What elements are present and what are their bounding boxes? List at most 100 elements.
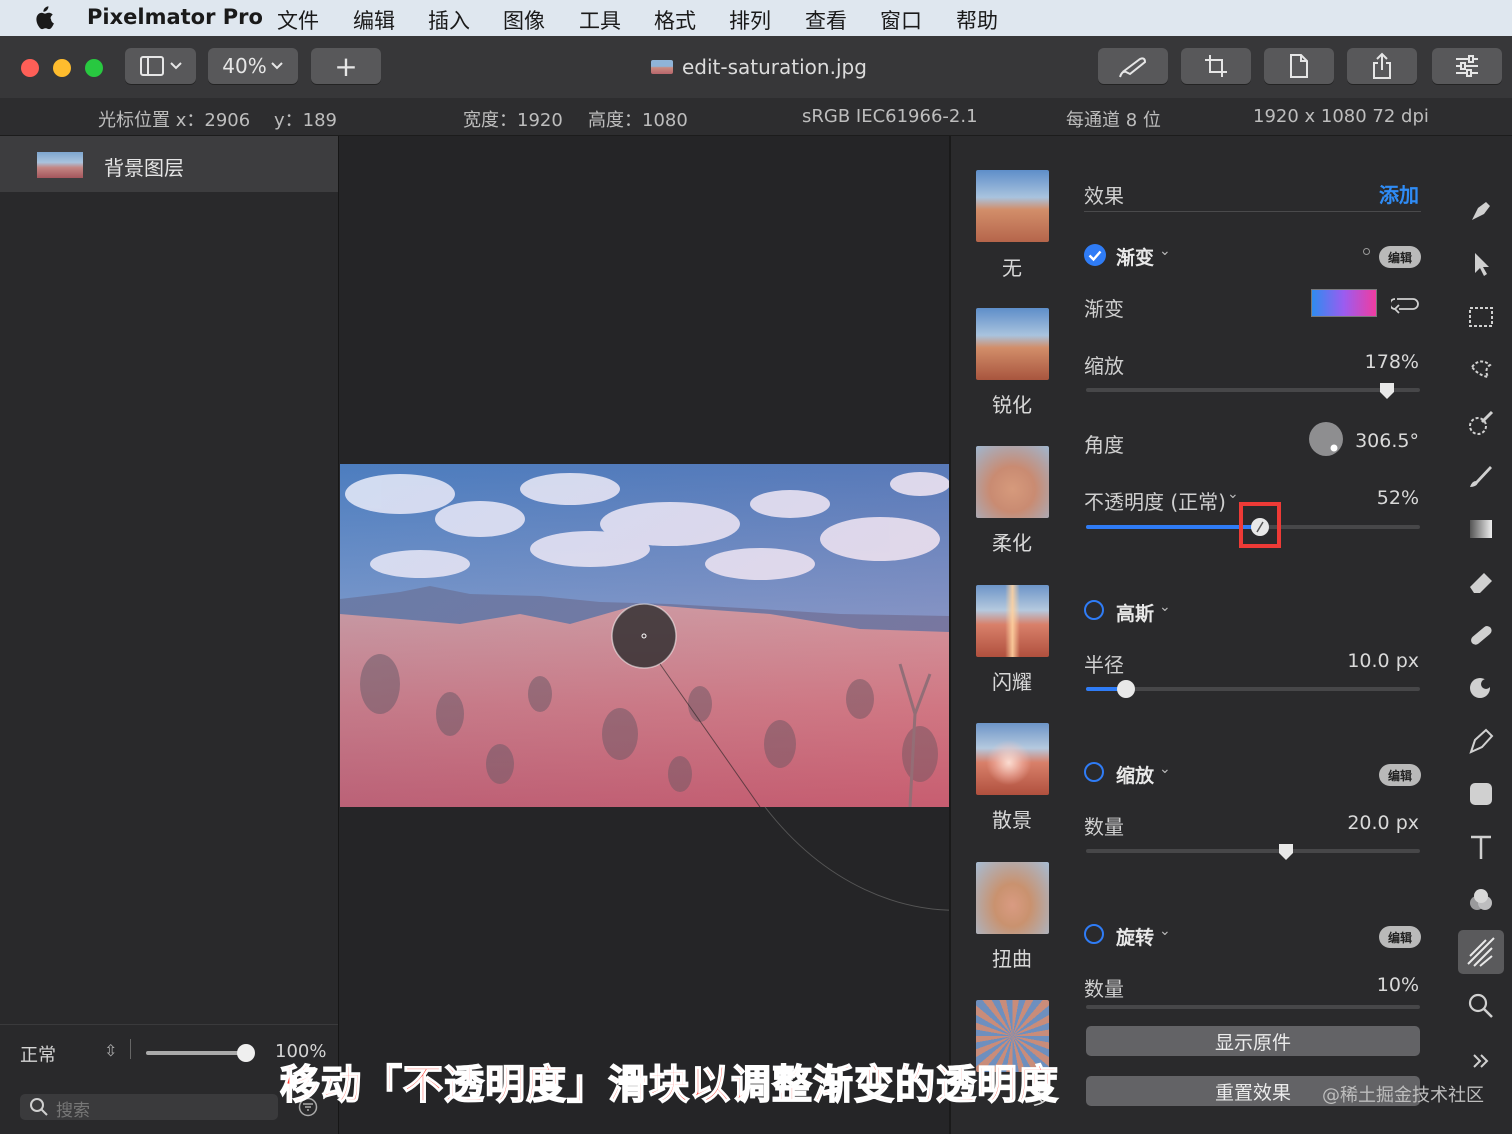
zoom-tool-icon[interactable] <box>1466 991 1496 1021</box>
zoom-amount-slider[interactable] <box>1086 849 1420 853</box>
scale-label: 缩放 <box>1084 354 1124 378</box>
selection-tool-icon[interactable] <box>1466 302 1496 332</box>
zoom-effect-name[interactable]: 缩放 <box>1116 761 1154 788</box>
radius-slider-thumb[interactable] <box>1117 680 1136 698</box>
spin-effect-name[interactable]: 旋转 <box>1116 923 1154 950</box>
arrange-tool-icon[interactable] <box>1466 249 1496 279</box>
effect-label-sharpen[interactable]: 锐化 <box>951 389 1073 418</box>
type-tool-icon[interactable] <box>1466 832 1496 862</box>
window-toolbar: 40% + edit-saturation.jpg <box>0 36 1512 99</box>
effect-label-soften[interactable]: 柔化 <box>951 527 1073 556</box>
share-button[interactable] <box>1347 48 1417 84</box>
menu-insert[interactable]: 插入 <box>428 5 470 35</box>
paint-tool-icon[interactable] <box>1466 461 1496 491</box>
effects-tool-button[interactable] <box>1458 930 1504 974</box>
show-original-button[interactable]: 显示原件 <box>1086 1026 1420 1056</box>
gradient-tool-icon[interactable] <box>1466 514 1496 544</box>
chevron-down-icon <box>271 62 283 70</box>
minimize-window-button[interactable] <box>53 59 71 77</box>
apple-icon[interactable] <box>32 6 54 30</box>
distort-tool-icon[interactable] <box>1466 673 1496 703</box>
effect-label-none[interactable]: 无 <box>951 252 1073 281</box>
color-adjust-tool-icon[interactable] <box>1466 885 1496 915</box>
effect-thumb-distort[interactable] <box>976 862 1049 934</box>
menu-file[interactable]: 文件 <box>277 5 319 35</box>
effect-thumb-bokeh[interactable] <box>976 723 1049 795</box>
add-button[interactable]: + <box>311 48 381 84</box>
chevron-down-icon[interactable]: ⌄ <box>1159 599 1171 615</box>
menu-window[interactable]: 窗口 <box>880 5 922 35</box>
sidebar-toggle-button[interactable] <box>125 48 196 84</box>
effect-label-bokeh[interactable]: 散景 <box>951 804 1073 833</box>
effect-thumb-shine[interactable] <box>976 585 1049 657</box>
layer-row[interactable]: 背景图层 <box>0 136 338 192</box>
erase-tool-icon[interactable] <box>1466 567 1496 597</box>
gradient-swatch[interactable] <box>1311 289 1377 317</box>
gradient-handle[interactable] <box>611 603 677 669</box>
effect-thumb-soften[interactable] <box>976 446 1049 518</box>
sliders-icon <box>1456 55 1478 77</box>
radius-slider[interactable] <box>1086 687 1420 691</box>
color-adjust-button[interactable] <box>1098 48 1168 84</box>
menu-arrange[interactable]: 排列 <box>729 5 771 35</box>
spin-edit-badge[interactable]: 编辑 <box>1379 926 1421 948</box>
add-effect-button[interactable]: 添加 <box>1379 179 1419 208</box>
gradient-enabled-checkbox[interactable] <box>1083 243 1107 267</box>
effect-label-distort[interactable]: 扭曲 <box>951 943 1073 972</box>
menu-edit[interactable]: 编辑 <box>353 5 395 35</box>
chevron-down-icon[interactable]: ⌄ <box>1159 923 1171 939</box>
bit-depth-readout: 每通道 8 位 <box>1066 110 1161 131</box>
tools-sidebar <box>1448 136 1512 1134</box>
zoom-amount-value: 20.0 px <box>1347 812 1419 834</box>
divider <box>1084 211 1421 212</box>
zoom-edit-badge[interactable]: 编辑 <box>1379 764 1421 786</box>
menu-tools[interactable]: 工具 <box>579 5 621 35</box>
spin-amount-slider[interactable] <box>1086 1005 1420 1009</box>
shape-tool-icon[interactable] <box>1466 779 1496 809</box>
up-down-chevron-icon[interactable]: ⇳ <box>104 1041 117 1060</box>
swap-icon[interactable] <box>1391 293 1419 315</box>
menu-help[interactable]: 帮助 <box>956 5 998 35</box>
effect-thumb-none[interactable] <box>976 170 1049 242</box>
gradient-edit-badge[interactable]: 编辑 <box>1379 246 1421 268</box>
effects-browser: 无 锐化 柔化 闪耀 散景 扭曲 罗 <box>951 136 1061 1134</box>
sidebar-icon <box>139 56 182 76</box>
opacity-label[interactable]: 不透明度 (正常) <box>1084 486 1226 515</box>
scale-slider[interactable] <box>1086 388 1420 392</box>
scale-slider-thumb[interactable] <box>1378 382 1396 400</box>
zoom-amount-slider-thumb[interactable] <box>1277 843 1295 861</box>
color-picker-tool-icon[interactable] <box>1466 408 1496 438</box>
dot-icon <box>1363 248 1370 255</box>
pen-tool-icon[interactable] <box>1466 726 1496 756</box>
blend-mode-select[interactable]: 正常 <box>20 1041 56 1067</box>
chevron-down-icon[interactable]: ⌄ <box>1159 243 1171 259</box>
smart-selection-tool-icon[interactable] <box>1466 355 1496 385</box>
divider <box>0 1024 338 1025</box>
adjustments-button[interactable] <box>1432 48 1502 84</box>
zoom-enabled-radio[interactable] <box>1084 762 1104 782</box>
retouch-tool-icon[interactable] <box>1466 620 1496 650</box>
gaussian-effect-name[interactable]: 高斯 <box>1116 599 1154 626</box>
menu-view[interactable]: 查看 <box>805 5 847 35</box>
chevron-down-icon[interactable]: ⌄ <box>1227 486 1239 502</box>
style-tool-icon[interactable] <box>1466 196 1496 226</box>
gaussian-enabled-radio[interactable] <box>1084 600 1104 620</box>
crop-button[interactable] <box>1181 48 1251 84</box>
app-name-menu[interactable]: Pixelmator Pro <box>87 5 263 29</box>
close-window-button[interactable] <box>21 59 39 77</box>
zoom-window-button[interactable] <box>85 59 103 77</box>
search-placeholder: 搜索 <box>56 1101 90 1121</box>
image-width-readout: 宽度：1920 <box>463 110 563 131</box>
menu-image[interactable]: 图像 <box>503 5 545 35</box>
layer-opacity-slider[interactable] <box>146 1051 248 1055</box>
effect-thumb-sharpen[interactable] <box>976 308 1049 380</box>
layer-opacity-slider-knob[interactable] <box>237 1044 255 1062</box>
effect-label-shine[interactable]: 闪耀 <box>951 666 1073 695</box>
chevron-down-icon[interactable]: ⌄ <box>1159 761 1171 777</box>
document-button[interactable] <box>1264 48 1334 84</box>
menu-format[interactable]: 格式 <box>654 5 696 35</box>
spin-enabled-radio[interactable] <box>1084 924 1104 944</box>
zoom-level-button[interactable]: 40% <box>208 48 298 84</box>
gradient-effect-name[interactable]: 渐变 <box>1116 243 1154 270</box>
more-tools-icon[interactable] <box>1466 1046 1496 1076</box>
